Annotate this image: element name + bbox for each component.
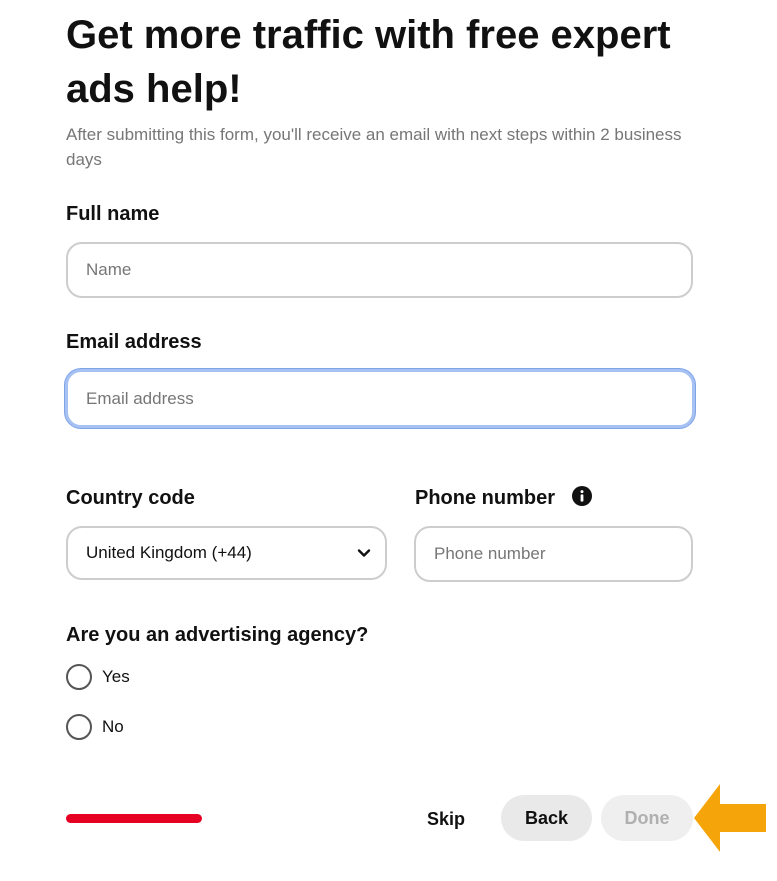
phone-number-label: Phone number <box>415 487 556 509</box>
skip-button[interactable]: Skip <box>410 796 482 842</box>
arrow-left-icon <box>694 784 766 852</box>
radio-yes-label: Yes <box>102 667 130 686</box>
agency-question: Are you an advertising agency? <box>66 624 369 646</box>
agency-option-no[interactable]: No <box>66 714 124 740</box>
country-code-label: Country code <box>66 487 195 509</box>
phone-number-input[interactable] <box>414 526 693 582</box>
country-code-select[interactable]: United Kingdom (+44) <box>66 526 387 580</box>
agency-option-yes[interactable]: Yes <box>66 664 130 690</box>
done-button[interactable]: Done <box>601 795 693 841</box>
email-label: Email address <box>66 331 202 353</box>
progress-bar <box>66 814 202 823</box>
page-title: Get more traffic with free expert ads he… <box>66 13 671 111</box>
full-name-label: Full name <box>66 203 160 225</box>
radio-yes[interactable] <box>66 664 92 690</box>
country-code-value: United Kingdom (+44) <box>86 543 252 562</box>
radio-no-label: No <box>102 717 124 736</box>
email-input[interactable] <box>65 369 695 428</box>
full-name-input[interactable] <box>66 242 693 298</box>
info-icon[interactable] <box>572 486 592 506</box>
chevron-down-icon <box>357 549 371 557</box>
radio-no[interactable] <box>66 714 92 740</box>
back-button[interactable]: Back <box>501 795 592 841</box>
page-subtitle: After submitting this form, you'll recei… <box>66 125 682 169</box>
